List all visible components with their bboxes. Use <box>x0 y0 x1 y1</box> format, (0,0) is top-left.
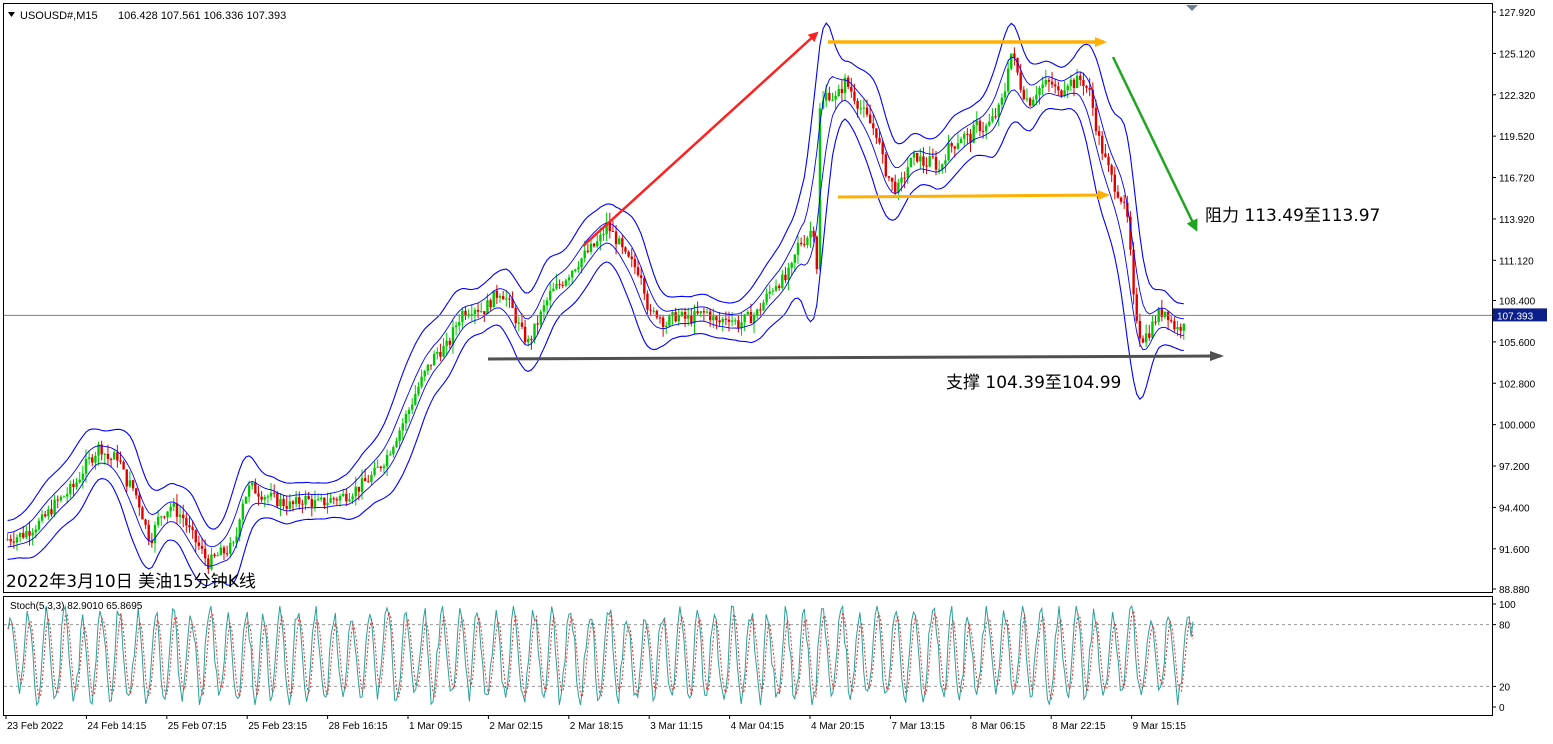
candle <box>1010 53 1013 71</box>
candle <box>884 152 888 178</box>
support-annotation: 支撑 104.39至104.99 <box>946 373 1121 393</box>
time-tick-label: 23 Feb 2022 <box>7 721 64 732</box>
candle <box>492 290 495 308</box>
time-tick-label: 4 Mar 04:15 <box>731 721 785 732</box>
price-tick-label: 100.000 <box>1499 421 1536 432</box>
candle <box>815 235 819 275</box>
chart-window: 127.920 125.120 122.320 119.520 116.720 113.9… <box>3 3 1547 732</box>
candle <box>909 157 913 168</box>
price-tick-label: 94.400 <box>1499 503 1530 514</box>
stoch-tick-label: 0 <box>1499 703 1505 714</box>
main-pane-frame <box>3 3 1493 593</box>
current-price-label: 107.393 <box>1497 311 1534 322</box>
symbol-title: USOUSD#,M15 <box>20 10 98 22</box>
price-tick-label: 88.880 <box>1499 585 1530 596</box>
stoch-tick-label: 100 <box>1499 600 1516 611</box>
resistance-annotation: 阻力 113.49至113.97 <box>1205 206 1380 226</box>
price-tick-label: 105.600 <box>1499 338 1536 349</box>
price-tick-label: 125.120 <box>1499 49 1536 60</box>
ohlc-values: 106.428 107.561 106.336 107.393 <box>118 10 286 22</box>
stoch-axis: 100 80 20 0 <box>1492 600 1516 714</box>
time-tick-label: 2 Mar 18:15 <box>570 721 624 732</box>
price-tick-label: 116.720 <box>1499 174 1535 185</box>
price-tick-label: 111.120 <box>1499 256 1534 267</box>
time-tick-label: 25 Feb 07:15 <box>168 721 227 732</box>
time-tick-label: 8 Mar 22:15 <box>1052 721 1106 732</box>
stoch-tick-label: 20 <box>1499 682 1511 693</box>
mid-level-arrow <box>837 190 1110 201</box>
time-tick-label: 28 Feb 16:15 <box>329 721 388 732</box>
price-tick-label: 108.400 <box>1499 297 1536 308</box>
price-axis[interactable]: 127.920 125.120 122.320 119.520 116.720 113.9… <box>1492 8 1536 596</box>
price-tick-label: 119.520 <box>1499 132 1535 143</box>
time-tick-label: 8 Mar 06:15 <box>972 721 1026 732</box>
time-tick-label: 1 Mar 09:15 <box>409 721 463 732</box>
price-tick-label: 97.200 <box>1499 462 1530 473</box>
price-tick-label: 113.920 <box>1499 215 1535 226</box>
stoch-title: Stoch(5,3,3) 82.9010 65.8695 <box>10 601 143 612</box>
candle <box>141 505 144 520</box>
time-tick-label: 4 Mar 20:15 <box>811 721 865 732</box>
time-tick-label: 7 Mar 13:15 <box>891 721 945 732</box>
price-tick-label: 102.800 <box>1499 379 1536 390</box>
price-tick-label: 127.920 <box>1499 8 1536 19</box>
time-tick-label: 9 Mar 15:15 <box>1133 721 1187 732</box>
stoch-tick-label: 80 <box>1499 621 1511 632</box>
time-tick-label: 3 Mar 11:15 <box>650 721 703 732</box>
time-tick-label: 24 Feb 14:15 <box>87 721 146 732</box>
time-tick-label: 2 Mar 02:15 <box>489 721 543 732</box>
price-tick-label: 91.600 <box>1499 545 1530 556</box>
candle <box>244 496 248 505</box>
price-tick-label: 122.320 <box>1499 91 1536 102</box>
time-tick-label: 25 Feb 23:15 <box>248 721 307 732</box>
chart-caption: 2022年3月10日 美油15分钟K线 <box>6 572 256 592</box>
time-axis[interactable]: 23 Feb 2022 24 Feb 14:15 25 Feb 07:15 25 Fe… <box>5 715 1187 732</box>
